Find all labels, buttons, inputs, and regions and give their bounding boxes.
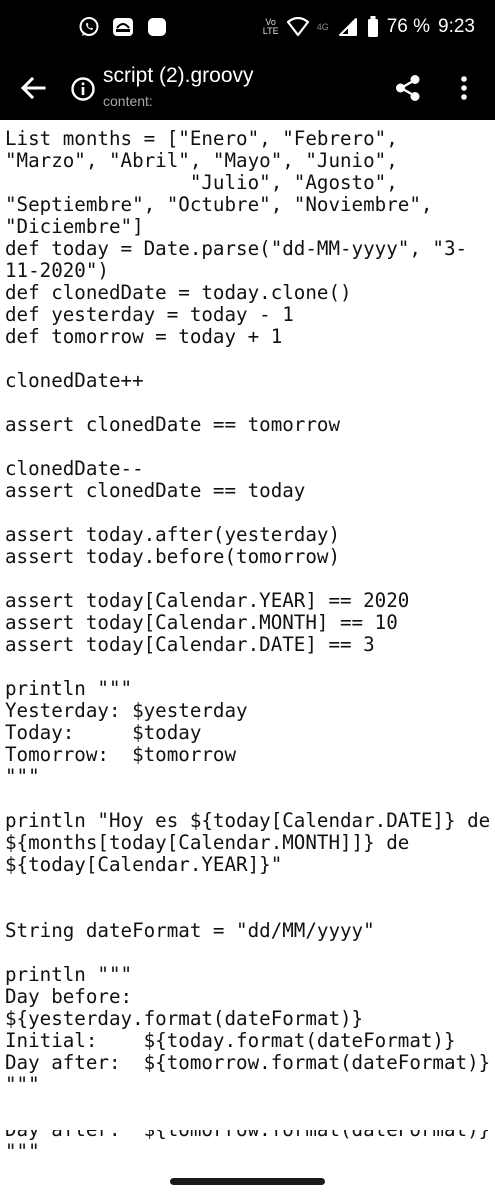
code-line: ${yesterday.format(dateFormat)} bbox=[5, 1007, 364, 1030]
share-icon bbox=[396, 75, 420, 101]
code-line: Today: $today bbox=[5, 721, 202, 744]
notification-icon bbox=[112, 16, 134, 38]
battery-icon bbox=[367, 16, 379, 38]
code-line: assert today.after(yesterday) bbox=[5, 523, 341, 546]
info-button[interactable] bbox=[70, 76, 96, 102]
back-button[interactable] bbox=[18, 73, 48, 103]
status-bar: Vo LTE 4G 76 % 9:23 bbox=[0, 0, 495, 58]
file-subtitle: content: bbox=[103, 93, 153, 109]
file-title: script (2).groovy bbox=[103, 64, 254, 87]
clock: 9:23 bbox=[438, 16, 475, 37]
code-line: def tomorrow = today + 1 bbox=[5, 325, 283, 348]
code-line: Yesterday: $yesterday bbox=[5, 699, 248, 722]
code-line: Initial: ${today.format(dateFormat)} bbox=[5, 1029, 456, 1052]
code-line: "Septiembre", "Octubre", "Noviembre", bbox=[5, 193, 433, 216]
code-line: "Marzo", "Abril", "Mayo", "Junio", bbox=[5, 149, 398, 172]
code-line: List months = ["Enero", "Febrero", bbox=[5, 127, 398, 150]
code-line: "Julio", "Agosto", bbox=[5, 171, 398, 194]
code-line: ${months[today[Calendar.MONTH]]} de bbox=[5, 831, 410, 854]
more-options-button[interactable] bbox=[452, 72, 476, 104]
code-line: clonedDate-- bbox=[5, 457, 144, 480]
file-content-view[interactable]: List months = ["Enero", "Febrero", "Marz… bbox=[0, 120, 495, 1167]
wifi-icon bbox=[286, 16, 309, 38]
code-line: def yesterday = today - 1 bbox=[5, 303, 294, 326]
code-line: "Diciembre"] bbox=[5, 215, 144, 238]
navigation-bar bbox=[0, 1167, 495, 1200]
signal-icon bbox=[337, 16, 359, 38]
gesture-handle[interactable] bbox=[170, 1178, 325, 1185]
code-text: List months = ["Enero", "Febrero", "Marz… bbox=[0, 120, 495, 1096]
code-line: assert today[Calendar.MONTH] == 10 bbox=[5, 611, 398, 634]
code-line: String dateFormat = "dd/MM/yyyy" bbox=[5, 919, 375, 942]
arrow-back-icon bbox=[20, 76, 46, 100]
code-line: """ bbox=[5, 765, 40, 788]
code-line: def clonedDate = today.clone() bbox=[5, 281, 352, 304]
code-line: clonedDate++ bbox=[5, 369, 144, 392]
app-icon bbox=[146, 16, 168, 38]
peek-line: """ bbox=[5, 1140, 40, 1163]
code-line: assert today.before(tomorrow) bbox=[5, 545, 341, 568]
code-line: Day before: bbox=[5, 985, 133, 1008]
code-line: Tomorrow: $tomorrow bbox=[5, 743, 237, 766]
whatsapp-icon bbox=[78, 16, 100, 38]
peek-line: Day after: ${tomorrow.format(dateFormat)… bbox=[5, 1130, 490, 1141]
share-button[interactable] bbox=[392, 72, 424, 104]
code-line: println "Hoy es ${today[Calendar.DATE]} … bbox=[5, 809, 491, 832]
network-label: 4G bbox=[316, 21, 329, 32]
status-notification-icons bbox=[78, 16, 168, 38]
code-line: println """ bbox=[5, 677, 133, 700]
more-vert-icon bbox=[461, 76, 467, 100]
code-line: assert clonedDate == tomorrow bbox=[5, 413, 341, 436]
code-line: ${today[Calendar.YEAR]}" bbox=[5, 853, 283, 876]
volte-label: Vo LTE bbox=[262, 17, 279, 36]
code-line: assert today[Calendar.YEAR] == 2020 bbox=[5, 589, 410, 612]
code-line: assert clonedDate == today bbox=[5, 479, 306, 502]
code-line: println """ bbox=[5, 963, 133, 986]
code-line: Day after: ${tomorrow.format(dateFormat)… bbox=[5, 1051, 491, 1074]
code-line: assert today[Calendar.DATE] == 3 bbox=[5, 633, 375, 656]
app-bar: script (2).groovy content: bbox=[0, 58, 495, 120]
status-indicators: Vo LTE 4G 76 % 9:23 bbox=[263, 16, 475, 38]
code-line: """ bbox=[5, 1073, 40, 1096]
code-line: 11-2020") bbox=[5, 259, 109, 282]
battery-percent: 76 % bbox=[386, 16, 431, 37]
code-line: def today = Date.parse("dd-MM-yyyy", "3- bbox=[5, 237, 468, 260]
scroll-peek-overlay: Day after: ${tomorrow.format(dateFormat)… bbox=[5, 1130, 495, 1167]
peek-text: Day after: ${tomorrow.format(dateFormat)… bbox=[5, 1130, 495, 1163]
info-icon bbox=[71, 77, 95, 101]
